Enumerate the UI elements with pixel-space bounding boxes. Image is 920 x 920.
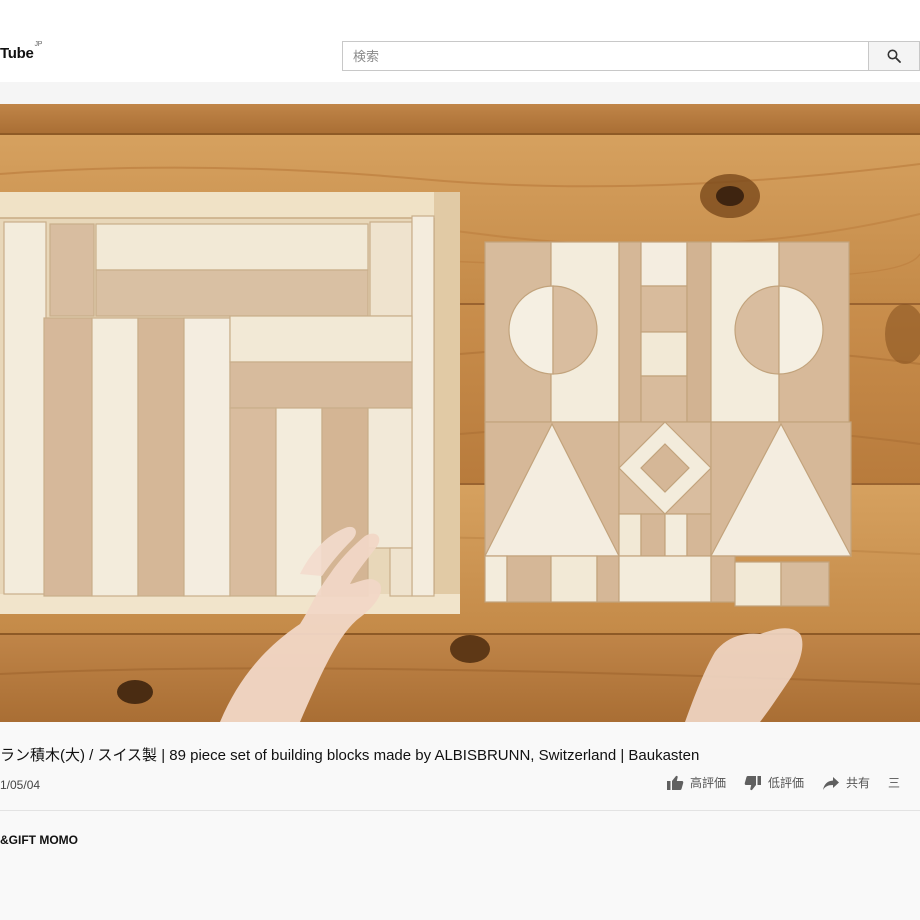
video-frame (0, 104, 920, 722)
logo-region: JP (34, 41, 43, 48)
more-label: 三 (888, 776, 901, 790)
dislike-button[interactable]: 低評価 (744, 774, 804, 791)
share-button[interactable]: 共有 (822, 774, 870, 791)
masthead-spacer (0, 82, 920, 104)
share-arrow-icon (823, 776, 840, 790)
logo-text: Tube (0, 45, 34, 62)
dislike-label: 低評価 (768, 776, 805, 790)
video-title: ラン積木(大) / スイス製 | 89 piece set of buildin… (0, 747, 700, 764)
search-box (342, 41, 869, 71)
share-label: 共有 (846, 776, 871, 790)
video-actions: 高評価 低評価 共有 三 (666, 774, 918, 791)
like-label: 高評価 (690, 776, 727, 790)
search-input[interactable] (343, 42, 869, 70)
search-icon (887, 49, 901, 63)
thumbs-up-icon (667, 775, 684, 790)
video-player[interactable] (0, 104, 920, 722)
masthead: TubeJP (0, 0, 920, 82)
like-button[interactable]: 高評価 (666, 774, 726, 791)
youtube-logo[interactable]: TubeJP (0, 41, 42, 62)
channel-name[interactable]: &GIFT MOMO (0, 833, 78, 847)
search-button[interactable] (868, 41, 920, 71)
thumbs-down-icon (744, 775, 762, 790)
info-divider (0, 810, 920, 811)
more-button[interactable]: 三 (888, 774, 900, 791)
publish-date: 1/05/04 (0, 778, 41, 792)
